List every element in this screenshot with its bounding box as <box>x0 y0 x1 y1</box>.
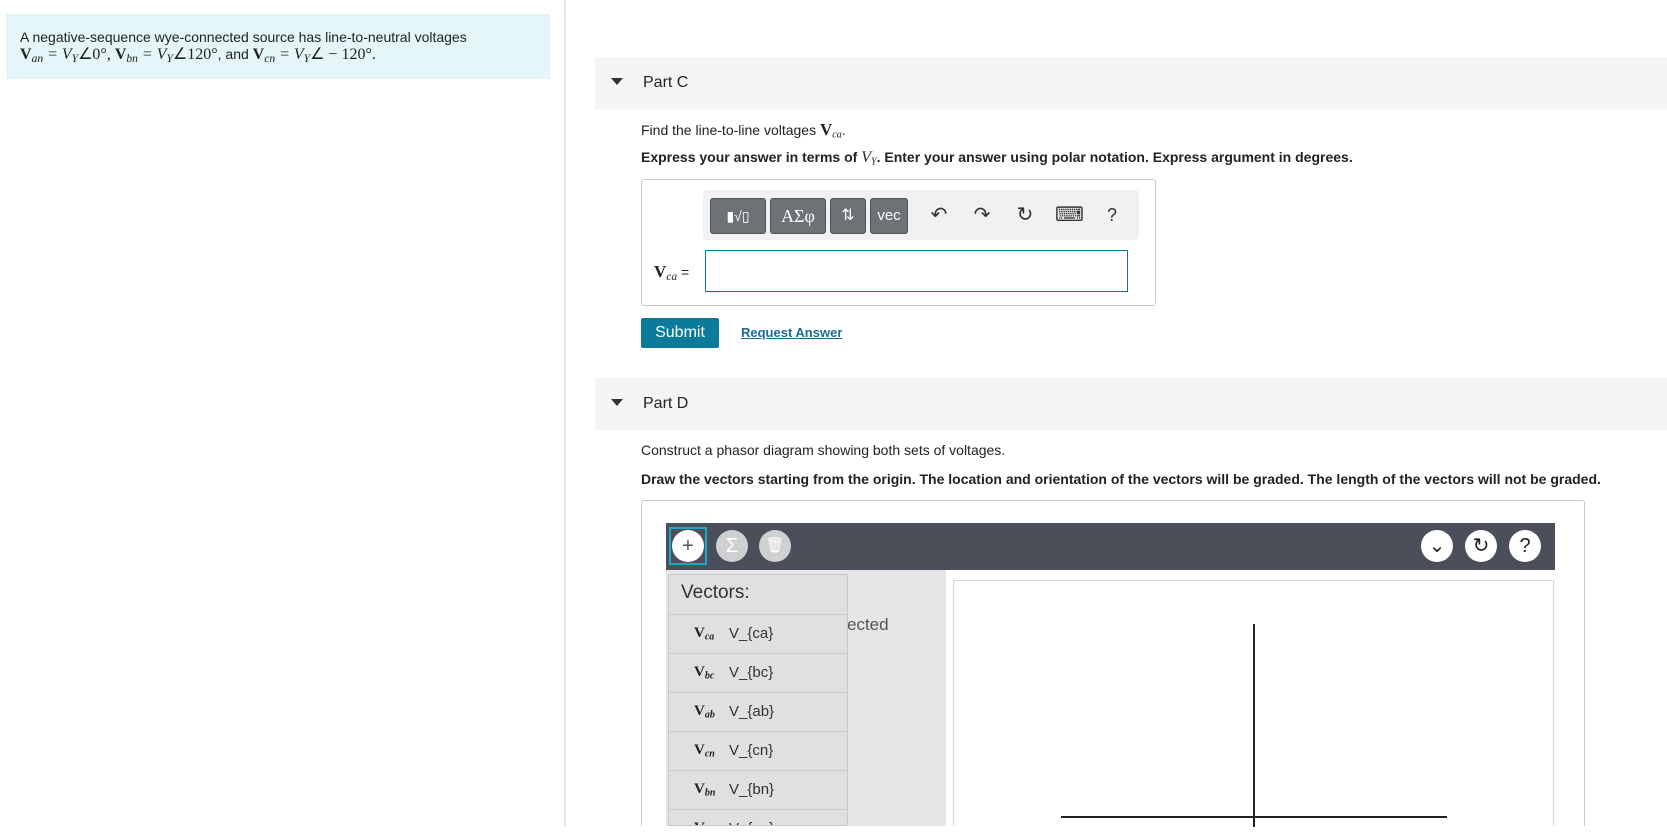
undo-icon[interactable]: ↶ <box>925 202 953 228</box>
answer-input[interactable] <box>705 250 1128 292</box>
vector-symbol: Vbc <box>694 664 714 682</box>
find-end: . <box>841 122 846 138</box>
vector-symbol-letter: V <box>694 820 705 825</box>
vbn-angle: ∠120° <box>172 46 218 63</box>
vbn-subscript: bn <box>126 52 138 65</box>
vcn-symbol: V <box>252 46 265 63</box>
part-d-bold-instruction: Draw the vectors starting from the origi… <box>641 471 1601 487</box>
vector-option-bc[interactable]: Vbc V_{bc} <box>669 653 847 691</box>
help-icon[interactable]: ? <box>1098 202 1126 228</box>
part-c-instruction: Express your answer in terms of VY. Ente… <box>641 149 1353 168</box>
part-c-question: Find the line-to-line voltages Vca. <box>641 120 846 141</box>
sep1: , <box>106 46 115 63</box>
vector-symbol-subscript: cn <box>704 748 715 760</box>
van-angle: ∠0° <box>78 46 107 63</box>
vcn-subscript: cn <box>264 52 276 65</box>
sep2: , and <box>217 46 253 62</box>
collapse-triangle-icon[interactable] <box>611 399 623 406</box>
vector-symbol-subscript: ca <box>704 631 715 643</box>
request-answer-link[interactable]: Request Answer <box>741 325 842 340</box>
vector-code-label: V_{ab} <box>729 703 775 720</box>
part-c-header[interactable]: Part C <box>595 57 1667 109</box>
submit-button[interactable]: Submit <box>641 318 719 348</box>
vector-symbol-letter: V <box>694 664 705 680</box>
collapse-triangle-icon[interactable] <box>611 78 623 85</box>
answer-label: Vca = <box>654 262 689 283</box>
vector-code-label: V_{an} <box>729 820 774 825</box>
vector-option-bn[interactable]: Vbn V_{bn} <box>669 770 847 808</box>
express-prefix: Express your answer in terms of <box>641 149 862 165</box>
vector-option-cn[interactable]: Vcn V_{cn} <box>669 731 847 769</box>
find-sub: ca <box>832 129 842 141</box>
vector-code-label: V_{ca} <box>729 625 774 642</box>
van-rhs: = V <box>43 46 72 63</box>
vector-symbol: Vcn <box>694 742 715 760</box>
part-c-title: Part C <box>643 74 689 91</box>
axes-svg <box>1061 624 1447 827</box>
vectors-header: Vectors: <box>681 582 750 603</box>
problem-intro: A negative-sequence wye-connected source… <box>20 29 467 45</box>
vector-option-ab[interactable]: Vab V_{ab} <box>669 692 847 730</box>
vector-symbol: Vbn <box>694 781 715 799</box>
vector-symbol-subscript: bc <box>704 670 715 682</box>
sum-icon[interactable]: Σ <box>716 530 748 562</box>
problem-voltages: Van = VY∠0°, Vbn = VY∠120°, and Vcn = VY… <box>20 46 536 68</box>
express-var: V <box>861 149 871 166</box>
vector-code-label: V_{cn} <box>729 742 774 759</box>
add-icon[interactable]: + <box>672 530 704 562</box>
vector-code-label: V_{bn} <box>729 781 775 798</box>
vector-dropdown-menu: Vectors: Vca V_{ca} Vbc V_{bc} Vab V_{ab} Vcn V… <box>668 574 848 826</box>
part-d-title: Part D <box>643 395 689 412</box>
express-suffix: . Enter your answer using polar notation… <box>876 149 1353 165</box>
vcn-angle: ∠ − 120° <box>310 46 372 63</box>
vec-button[interactable]: vec <box>870 198 908 234</box>
panel-divider <box>564 0 566 826</box>
part-d-instruction: Construct a phasor diagram showing both … <box>641 442 1006 458</box>
vector-symbol-letter: V <box>694 781 705 797</box>
lhs-v: V <box>654 262 667 281</box>
problem-end: . <box>371 46 376 63</box>
greek-symbols-button[interactable]: ΑΣφ <box>770 198 826 234</box>
math-toolbar: ▮√▯ ΑΣφ ⇅ vec ↶ ↷ ↻ ⌨ ? <box>703 190 1139 240</box>
trash-icon[interactable]: 🗑 <box>759 530 791 562</box>
vector-option-an[interactable]: Van V_{an} <box>669 809 847 825</box>
vector-symbol-letter: V <box>694 703 705 719</box>
vector-code-label: V_{bc} <box>729 664 774 681</box>
vector-symbol-letter: V <box>694 625 705 641</box>
templates-button[interactable]: ▮√▯ <box>710 198 766 234</box>
part-d-header[interactable]: Part D <box>595 378 1667 430</box>
tool-help-icon[interactable]: ? <box>1509 530 1541 562</box>
vector-symbol: Vca <box>694 625 714 643</box>
van-subscript: an <box>31 52 44 65</box>
redo-icon[interactable]: ↷ <box>968 202 996 228</box>
van-symbol: V <box>20 46 32 63</box>
find-prefix: Find the line-to-line voltages <box>641 122 820 138</box>
lhs-sub: ca <box>666 270 678 283</box>
find-v: V <box>820 120 833 139</box>
arrows-button[interactable]: ⇅ <box>830 198 866 234</box>
dropdown-icon[interactable]: ⌄ <box>1421 530 1453 562</box>
problem-statement: A negative-sequence wye-connected source… <box>6 14 550 79</box>
drawing-canvas[interactable] <box>953 580 1554 827</box>
selection-status-text: ected <box>847 615 889 634</box>
vector-symbol: Vab <box>694 703 715 721</box>
vector-symbol-subscript: ab <box>704 709 715 721</box>
vector-symbol: Van <box>694 820 715 825</box>
vector-option-ca[interactable]: Vca V_{ca} <box>669 614 847 652</box>
lhs-eq: = <box>677 264 690 280</box>
reset-icon[interactable]: ↻ <box>1011 202 1039 228</box>
vector-symbol-subscript: bn <box>704 787 716 799</box>
keyboard-icon[interactable]: ⌨ <box>1055 202 1084 228</box>
vector-symbol-letter: V <box>694 742 705 758</box>
vbn-rhs: = V <box>137 46 167 63</box>
reset-tool-icon[interactable]: ↻ <box>1465 530 1497 562</box>
vbn-symbol: V <box>114 46 127 63</box>
vcn-rhs: = V <box>275 46 304 63</box>
